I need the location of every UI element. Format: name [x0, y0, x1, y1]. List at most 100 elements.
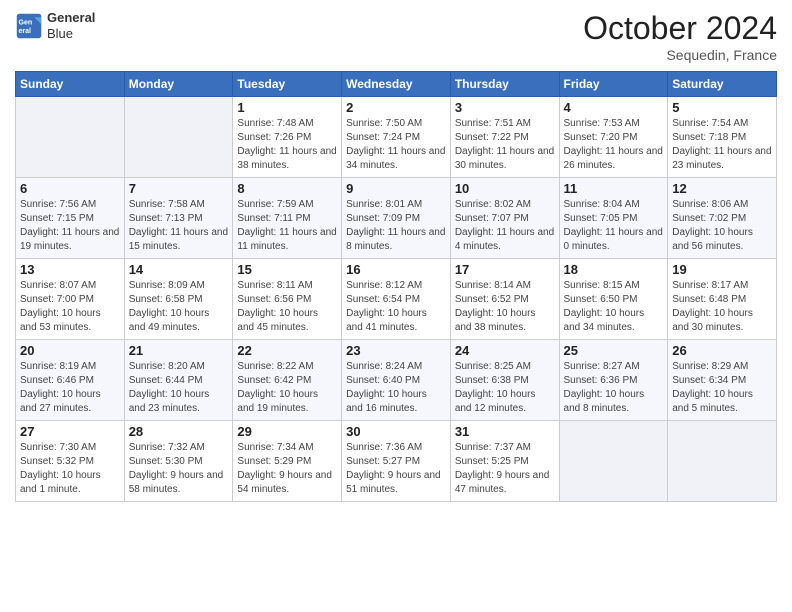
day-number: 29: [237, 424, 337, 439]
calendar-cell: 16 Sunrise: 8:12 AMSunset: 6:54 PMDayligh…: [342, 259, 451, 340]
day-info: Sunrise: 7:50 AMSunset: 7:24 PMDaylight:…: [346, 117, 446, 173]
calendar-cell: [668, 421, 777, 502]
day-number: 12: [672, 181, 772, 196]
calendar-week-4: 20Sunrise: 8:19 AMSunset: 6:46 PMDayligh…: [16, 340, 777, 421]
day-info: Sunrise: 8:06 AMSunset: 7:02 PMDaylight:…: [672, 198, 772, 254]
day-info: Sunrise: 8:14 AMSunset: 6:52 PMDaylight:…: [455, 279, 555, 335]
calendar-page: Gen eral General Blue October 2024 Seque…: [0, 0, 792, 612]
calendar-cell: 27 Sunrise: 7:30 AMSunset: 5:32 PMDayligh…: [16, 421, 125, 502]
day-info: Sunrise: 8:17 AMSunset: 6:48 PMDaylight:…: [672, 279, 772, 335]
day-info: Sunrise: 7:36 AMSunset: 5:27 PMDaylight:…: [346, 441, 446, 497]
day-number: 2: [346, 100, 446, 115]
day-number: 6: [20, 181, 120, 196]
day-number: 24: [455, 343, 555, 358]
calendar-cell: [16, 97, 125, 178]
day-info: Sunrise: 7:34 AMSunset: 5:29 PMDaylight:…: [237, 441, 337, 497]
day-number: 7: [129, 181, 229, 196]
day-number: 16: [346, 262, 446, 277]
calendar-cell: 13 Sunrise: 8:07 AMSunset: 7:00 PMDayligh…: [16, 259, 125, 340]
weekday-header-wednesday: Wednesday: [342, 72, 451, 97]
day-number: 11: [564, 181, 664, 196]
day-info: Sunrise: 8:24 AMSunset: 6:40 PMDaylight:…: [346, 360, 446, 416]
calendar-cell: 11 Sunrise: 8:04 AMSunset: 7:05 PMDayligh…: [559, 178, 668, 259]
calendar-cell: 17 Sunrise: 8:14 AMSunset: 6:52 PMDayligh…: [450, 259, 559, 340]
svg-text:eral: eral: [19, 28, 32, 35]
day-number: 30: [346, 424, 446, 439]
calendar-cell: 29 Sunrise: 7:34 AMSunset: 5:29 PMDayligh…: [233, 421, 342, 502]
calendar-cell: 1 Sunrise: 7:48 AMSunset: 7:26 PMDaylight…: [233, 97, 342, 178]
general-blue-logo-icon: Gen eral: [15, 12, 43, 40]
day-number: 28: [129, 424, 229, 439]
calendar-cell: 10 Sunrise: 8:02 AMSunset: 7:07 PMDayligh…: [450, 178, 559, 259]
calendar-cell: 24Sunrise: 8:25 AMSunset: 6:38 PMDayligh…: [450, 340, 559, 421]
day-number: 4: [564, 100, 664, 115]
day-info: Sunrise: 8:19 AMSunset: 6:46 PMDaylight:…: [20, 360, 120, 416]
day-number: 27: [20, 424, 120, 439]
calendar-cell: 14Sunrise: 8:09 AMSunset: 6:58 PMDayligh…: [124, 259, 233, 340]
calendar-week-2: 6Sunrise: 7:56 AMSunset: 7:15 PMDaylight…: [16, 178, 777, 259]
day-info: Sunrise: 7:53 AMSunset: 7:20 PMDaylight:…: [564, 117, 664, 173]
calendar-cell: 30 Sunrise: 7:36 AMSunset: 5:27 PMDayligh…: [342, 421, 451, 502]
calendar-cell: 21 Sunrise: 8:20 AMSunset: 6:44 PMDayligh…: [124, 340, 233, 421]
day-info: Sunrise: 7:48 AMSunset: 7:26 PMDaylight:…: [237, 117, 337, 173]
logo: Gen eral General Blue: [15, 10, 95, 41]
logo-line2: Blue: [47, 26, 95, 42]
day-number: 1: [237, 100, 337, 115]
weekday-header-friday: Friday: [559, 72, 668, 97]
day-number: 19: [672, 262, 772, 277]
calendar-week-5: 27 Sunrise: 7:30 AMSunset: 5:32 PMDayligh…: [16, 421, 777, 502]
calendar-cell: 26 Sunrise: 8:29 AMSunset: 6:34 PMDayligh…: [668, 340, 777, 421]
day-number: 9: [346, 181, 446, 196]
svg-text:Gen: Gen: [19, 19, 33, 26]
calendar-cell: 15Sunrise: 8:11 AMSunset: 6:56 PMDayligh…: [233, 259, 342, 340]
day-number: 10: [455, 181, 555, 196]
day-info: Sunrise: 7:30 AMSunset: 5:32 PMDaylight:…: [20, 441, 120, 497]
day-info: Sunrise: 8:22 AMSunset: 6:42 PMDaylight:…: [237, 360, 337, 416]
logo-line1: General: [47, 10, 95, 26]
calendar-cell: 19 Sunrise: 8:17 AMSunset: 6:48 PMDayligh…: [668, 259, 777, 340]
calendar-cell: 2 Sunrise: 7:50 AMSunset: 7:24 PMDaylight…: [342, 97, 451, 178]
weekday-header-saturday: Saturday: [668, 72, 777, 97]
day-number: 5: [672, 100, 772, 115]
day-number: 31: [455, 424, 555, 439]
day-info: Sunrise: 8:04 AMSunset: 7:05 PMDaylight:…: [564, 198, 664, 254]
day-info: Sunrise: 7:58 AMSunset: 7:13 PMDaylight:…: [129, 198, 229, 254]
month-title: October 2024: [583, 10, 777, 47]
day-number: 13: [20, 262, 120, 277]
weekday-header-thursday: Thursday: [450, 72, 559, 97]
calendar-cell: 7 Sunrise: 7:58 AMSunset: 7:13 PMDaylight…: [124, 178, 233, 259]
day-number: 26: [672, 343, 772, 358]
day-number: 17: [455, 262, 555, 277]
day-info: Sunrise: 7:59 AMSunset: 7:11 PMDaylight:…: [237, 198, 337, 254]
day-info: Sunrise: 8:11 AMSunset: 6:56 PMDaylight:…: [237, 279, 337, 335]
calendar-cell: 25Sunrise: 8:27 AMSunset: 6:36 PMDayligh…: [559, 340, 668, 421]
weekday-header-row: SundayMondayTuesdayWednesdayThursdayFrid…: [16, 72, 777, 97]
calendar-cell: 31 Sunrise: 7:37 AMSunset: 5:25 PMDayligh…: [450, 421, 559, 502]
calendar-cell: 4 Sunrise: 7:53 AMSunset: 7:20 PMDaylight…: [559, 97, 668, 178]
day-number: 23: [346, 343, 446, 358]
calendar-cell: 18Sunrise: 8:15 AMSunset: 6:50 PMDayligh…: [559, 259, 668, 340]
day-info: Sunrise: 8:20 AMSunset: 6:44 PMDaylight:…: [129, 360, 229, 416]
calendar-table: SundayMondayTuesdayWednesdayThursdayFrid…: [15, 71, 777, 502]
day-info: Sunrise: 8:09 AMSunset: 6:58 PMDaylight:…: [129, 279, 229, 335]
day-number: 22: [237, 343, 337, 358]
day-info: Sunrise: 8:02 AMSunset: 7:07 PMDaylight:…: [455, 198, 555, 254]
weekday-header-tuesday: Tuesday: [233, 72, 342, 97]
calendar-week-3: 13 Sunrise: 8:07 AMSunset: 7:00 PMDayligh…: [16, 259, 777, 340]
day-info: Sunrise: 7:51 AMSunset: 7:22 PMDaylight:…: [455, 117, 555, 173]
logo-text: General Blue: [47, 10, 95, 41]
calendar-cell: 5Sunrise: 7:54 AMSunset: 7:18 PMDaylight…: [668, 97, 777, 178]
calendar-cell: 22 Sunrise: 8:22 AMSunset: 6:42 PMDayligh…: [233, 340, 342, 421]
day-number: 21: [129, 343, 229, 358]
header: Gen eral General Blue October 2024 Seque…: [15, 10, 777, 63]
calendar-cell: 3Sunrise: 7:51 AMSunset: 7:22 PMDaylight…: [450, 97, 559, 178]
calendar-cell: [559, 421, 668, 502]
calendar-cell: 12 Sunrise: 8:06 AMSunset: 7:02 PMDayligh…: [668, 178, 777, 259]
day-info: Sunrise: 8:12 AMSunset: 6:54 PMDaylight:…: [346, 279, 446, 335]
day-number: 18: [564, 262, 664, 277]
calendar-cell: 9 Sunrise: 8:01 AMSunset: 7:09 PMDaylight…: [342, 178, 451, 259]
day-info: Sunrise: 8:29 AMSunset: 6:34 PMDaylight:…: [672, 360, 772, 416]
day-info: Sunrise: 7:37 AMSunset: 5:25 PMDaylight:…: [455, 441, 555, 497]
day-info: Sunrise: 8:01 AMSunset: 7:09 PMDaylight:…: [346, 198, 446, 254]
day-info: Sunrise: 8:07 AMSunset: 7:00 PMDaylight:…: [20, 279, 120, 335]
